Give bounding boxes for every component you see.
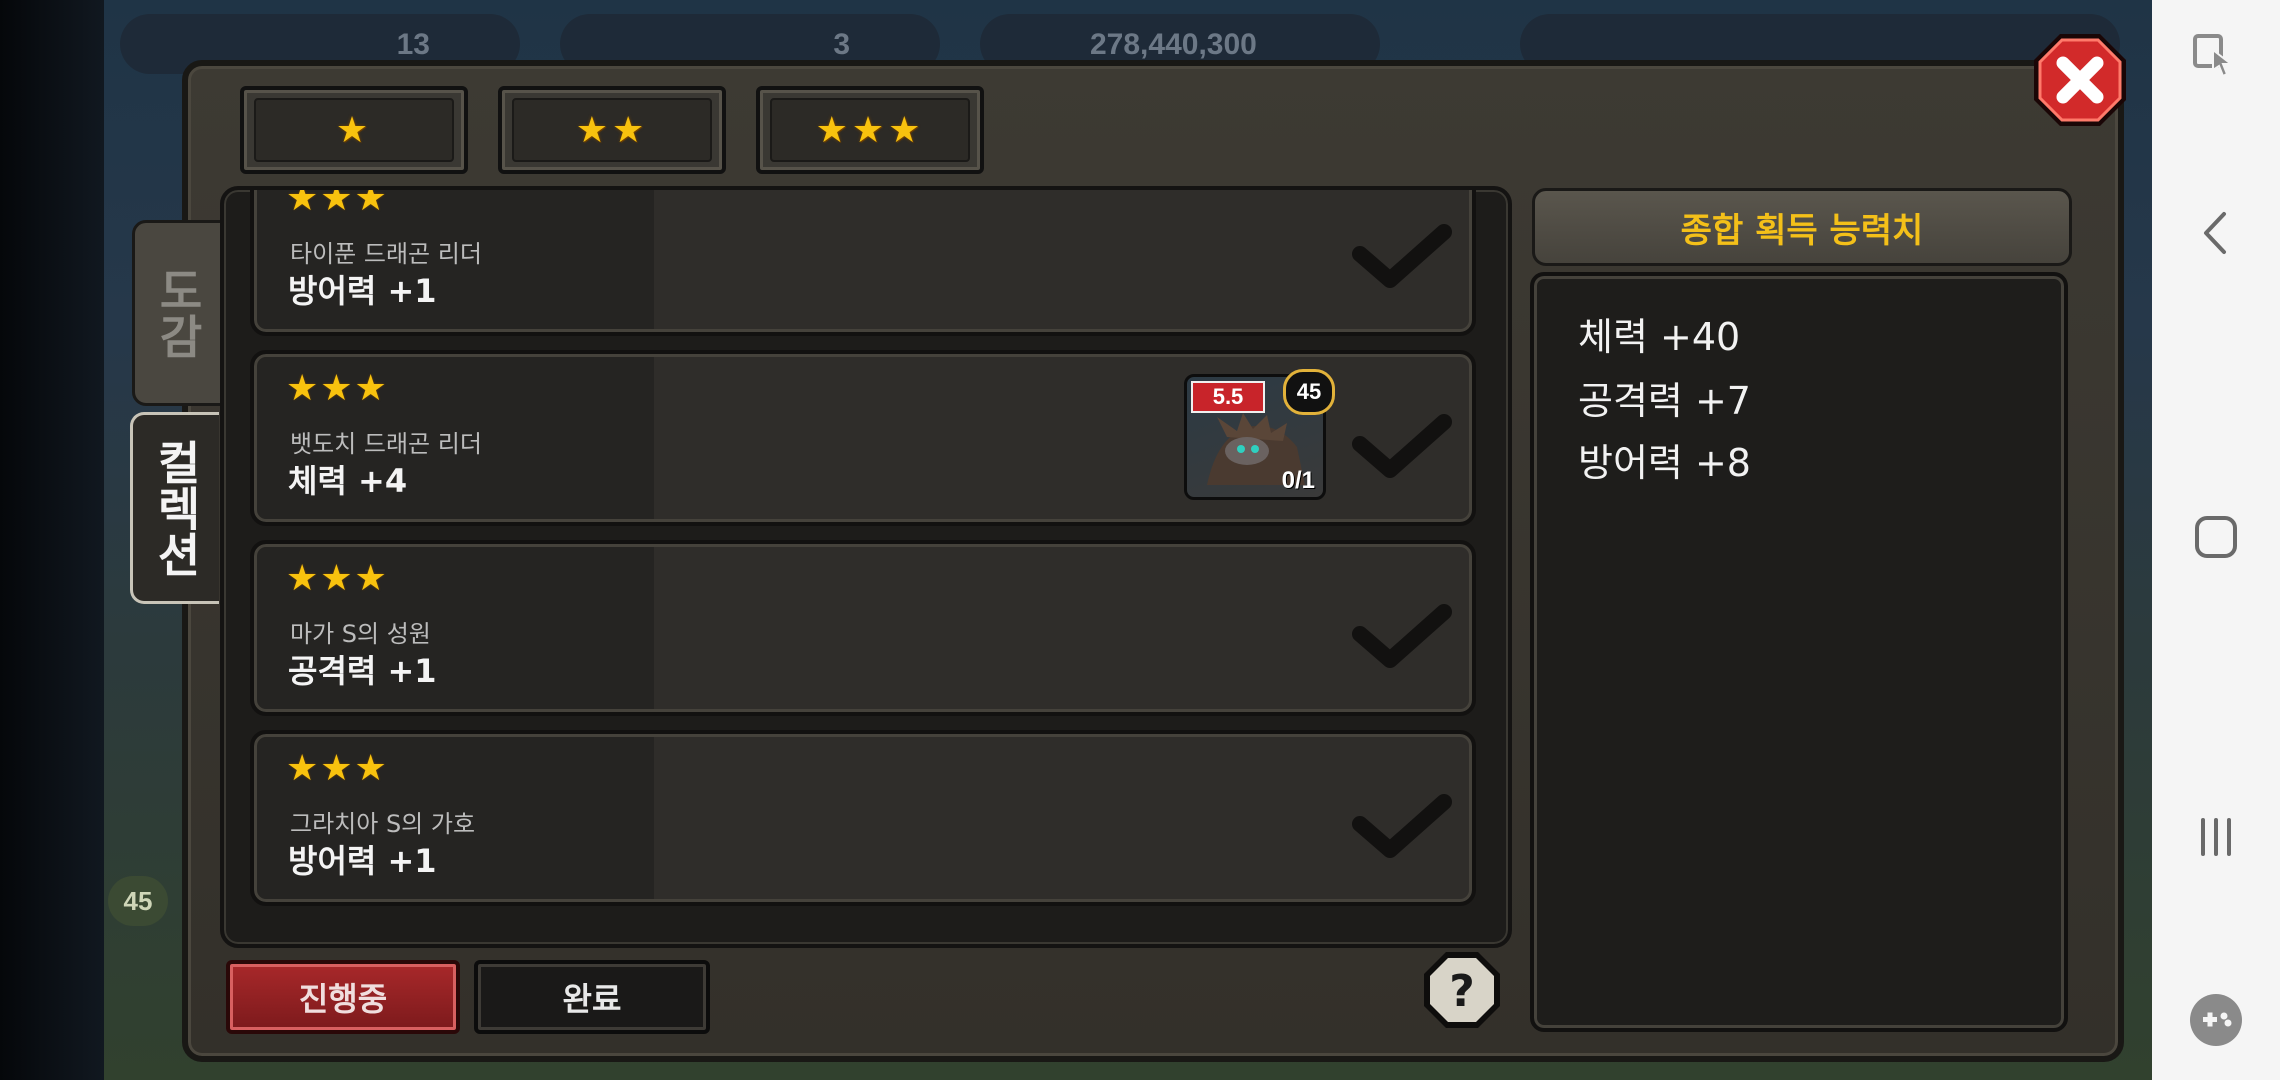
game-screen: 13 3 278,440,300 45 ★ ★★ ★★★ 도감 컬렉션 ★★★ … (0, 0, 2152, 1080)
help-icon: ? (1424, 952, 1500, 1028)
item-stat: 방어력 +1 (288, 842, 437, 880)
item-stars: ★★★ (286, 558, 389, 599)
back-icon (2204, 212, 2226, 254)
in-progress-tab[interactable]: 진행중 (226, 960, 460, 1034)
tab-collection[interactable]: 컬렉션 (130, 412, 219, 604)
home-icon (2195, 516, 2237, 558)
item-name: 마가 S의 성원 (290, 620, 431, 648)
tab-encyclopedia-label: 도감 (151, 267, 205, 359)
tab-collection-label: 컬렉션 (149, 439, 203, 577)
summary-stat-defense: 방어력 +8 (1578, 441, 1751, 485)
list-item[interactable]: ★★★ 마가 S의 성원 공격력 +1 (250, 540, 1476, 716)
tab-encyclopedia[interactable]: 도감 (132, 220, 224, 406)
system-nav-bar (2152, 0, 2280, 1080)
filter-3star-button[interactable]: ★★★ (756, 86, 984, 174)
summary-stat-attack: 공격력 +7 (1578, 379, 1751, 423)
complete-label: 완료 (562, 980, 622, 1018)
item-stars: ★★★ (286, 186, 389, 219)
filter-3star-label: ★★★ (815, 109, 925, 151)
list-item[interactable]: ★★★ 뱃도치 드래곤 리더 체력 +4 5.5 45 0/1 (250, 350, 1476, 526)
game-tools-button[interactable] (2152, 992, 2280, 1048)
coins-value: 278,440,300 (1090, 28, 1257, 61)
complete-tab[interactable]: 완료 (474, 960, 710, 1034)
home-button[interactable] (2152, 512, 2280, 562)
level-badge-value: 45 (123, 885, 153, 916)
left-edge (0, 0, 104, 1080)
item-stat: 방어력 +1 (288, 272, 437, 310)
filter-1star-label: ★ (335, 109, 373, 151)
item-name: 뱃도치 드래곤 리더 (290, 430, 482, 458)
check-icon (1352, 604, 1452, 668)
gems-value: 3 (833, 28, 850, 61)
filter-1star-button[interactable]: ★ (240, 86, 468, 174)
filter-2star-button[interactable]: ★★ (498, 86, 726, 174)
recents-button[interactable] (2152, 812, 2280, 862)
game-controller-icon (2190, 994, 2242, 1046)
card-count: 0/1 (1281, 467, 1315, 494)
summary-title: 종합 획득 능력치 (1532, 188, 2072, 266)
check-icon (1352, 224, 1452, 288)
card-level: 45 (1296, 379, 1322, 404)
close-button[interactable] (2030, 30, 2130, 130)
in-progress-label: 진행중 (298, 980, 388, 1018)
recents-icon (2201, 818, 2231, 856)
item-name: 그라치아 S의 가호 (290, 810, 476, 838)
back-button[interactable] (2152, 208, 2280, 258)
summary-stat-hp: 체력 +40 (1578, 315, 1741, 359)
list-item[interactable]: ★★★ 타이푼 드래곤 리더 방어력 +1 (250, 186, 1476, 336)
help-button[interactable]: ? (1420, 948, 1504, 1032)
item-stars: ★★★ (286, 748, 389, 789)
filter-2star-label: ★★ (575, 109, 649, 151)
item-stat: 체력 +4 (288, 462, 408, 500)
dragon-card[interactable]: 5.5 45 0/1 (1184, 369, 1335, 500)
svg-text:?: ? (1449, 966, 1475, 1017)
check-icon (1352, 414, 1452, 478)
item-stat: 공격력 +1 (288, 652, 437, 690)
check-icon (1352, 794, 1452, 858)
collection-list[interactable]: ★★★ 타이푼 드래곤 리더 방어력 +1 ★★★ 뱃도치 드래곤 리더 체력 … (220, 186, 1512, 948)
hearts-value: 13 (396, 28, 430, 61)
level-badge: 45 (108, 876, 168, 926)
touch-lock-button[interactable] (2152, 30, 2280, 84)
close-icon (2034, 34, 2126, 126)
item-stars: ★★★ (286, 368, 389, 409)
item-name: 타이푼 드래곤 리더 (290, 240, 482, 268)
touch-lock-icon (2193, 34, 2234, 78)
list-item[interactable]: ★★★ 그라치아 S의 가호 방어력 +1 (250, 730, 1476, 906)
